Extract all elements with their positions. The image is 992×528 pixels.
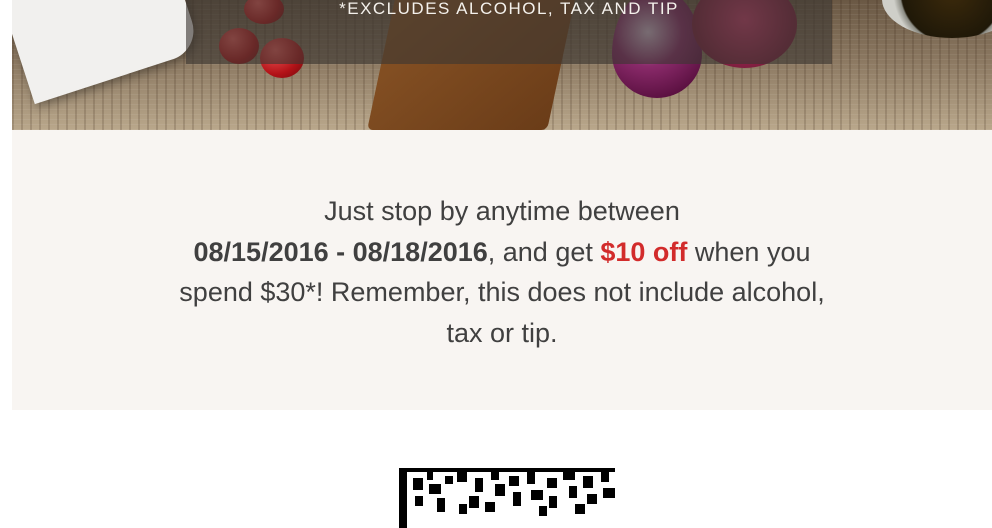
offer-discount: $10 off [600, 236, 688, 267]
banner-disclaimer-text: *EXCLUDES ALCOHOL, TAX AND TIP [339, 0, 679, 18]
hero-food-image: *EXCLUDES ALCOHOL, TAX AND TIP [12, 0, 992, 130]
offer-mid-text: , and get [487, 236, 601, 267]
bowl-image [882, 0, 992, 38]
plate-image [12, 0, 202, 105]
offer-intro-text: Just stop by anytime between [324, 196, 680, 226]
offer-panel: Just stop by anytime between 08/15/2016 -… [12, 130, 992, 410]
2d-barcode-icon [399, 468, 615, 528]
offer-dates: 08/15/2016 - 08/18/2016 [193, 236, 488, 267]
offer-description: Just stop by anytime between 08/15/2016 -… [172, 191, 832, 353]
promo-banner-overlay: *EXCLUDES ALCOHOL, TAX AND TIP [186, 0, 832, 64]
